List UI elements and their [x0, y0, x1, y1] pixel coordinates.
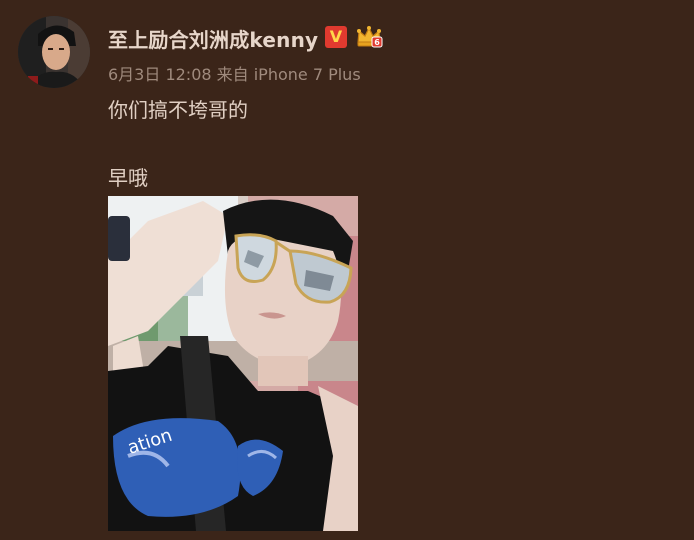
weibo-post: 至上励合刘洲成kenny V 6 6月3日 12:08 来自 iPhone 7 …: [0, 0, 694, 540]
avatar-image: [18, 16, 90, 88]
badges: V 6: [325, 24, 383, 50]
verified-badge[interactable]: V: [325, 26, 347, 48]
avatar[interactable]: [18, 16, 90, 88]
crown-icon[interactable]: 6: [355, 25, 383, 49]
post-photo[interactable]: ation: [108, 196, 358, 531]
post-text-line-1: 你们搞不垮哥的: [108, 98, 248, 122]
crown-level: 6: [374, 38, 380, 47]
post-photo-image: ation: [108, 196, 358, 531]
post-text-line-2: 早哦: [108, 166, 148, 190]
post-meta[interactable]: 6月3日 12:08 来自 iPhone 7 Plus: [108, 61, 361, 85]
crown-icon-graphic: 6: [357, 26, 383, 48]
username[interactable]: 至上励合刘洲成kenny: [108, 24, 318, 53]
